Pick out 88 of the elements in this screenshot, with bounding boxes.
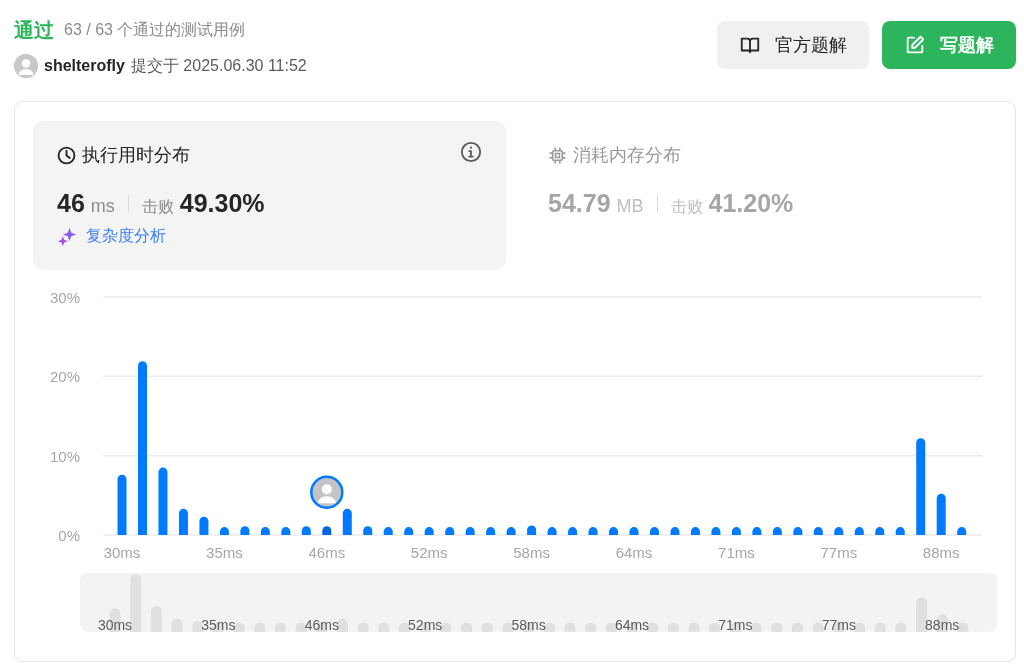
- bar[interactable]: [117, 474, 127, 535]
- submission-time: 提交于 2025.06.30 11:52: [130, 55, 307, 76]
- stat-title: 消耗内存分布: [573, 144, 681, 167]
- bar[interactable]: [568, 527, 578, 535]
- x-axis-label: 77ms: [820, 544, 858, 561]
- navigator-label: 58ms: [511, 617, 546, 632]
- stat-unit: ms: [90, 196, 115, 217]
- x-axis-label: 71ms: [718, 544, 755, 561]
- bar[interactable]: [834, 527, 844, 535]
- navigator-label: 64ms: [614, 617, 650, 632]
- x-axis-label: 46ms: [308, 544, 346, 561]
- bar[interactable]: [404, 527, 414, 535]
- bar[interactable]: [158, 467, 168, 535]
- bar[interactable]: [772, 527, 782, 535]
- navigator-label: 52ms: [408, 617, 443, 632]
- bar[interactable]: [875, 527, 885, 535]
- bar[interactable]: [445, 527, 455, 535]
- bar[interactable]: [650, 527, 659, 535]
- bar[interactable]: [813, 527, 823, 535]
- solution-button[interactable]: 官方题解: [717, 21, 869, 69]
- stat-unit: MB: [616, 196, 644, 217]
- bar[interactable]: [793, 527, 803, 535]
- test-cases-text: 63 / 63 个通过的测试用例: [64, 20, 246, 40]
- x-axis-label: 30ms: [103, 544, 141, 561]
- bar[interactable]: [957, 527, 967, 535]
- bar[interactable]: [916, 438, 926, 535]
- chip-icon: [548, 145, 567, 165]
- bar[interactable]: [588, 527, 598, 535]
- bar[interactable]: [219, 527, 229, 535]
- bar[interactable]: [465, 527, 475, 535]
- stat-title: 执行用时分布: [82, 144, 190, 167]
- navigator-label: 88ms: [925, 617, 960, 632]
- bar[interactable]: [629, 527, 639, 535]
- navigator-label: 30ms: [97, 617, 133, 632]
- beats-percentage: 41.20%: [708, 189, 794, 218]
- info-icon[interactable]: [460, 141, 482, 163]
- bar[interactable]: [547, 527, 557, 535]
- x-axis-label: 58ms: [513, 544, 550, 561]
- stat-value: 46: [57, 189, 85, 218]
- bar[interactable]: [178, 508, 188, 535]
- y-axis-label: 20%: [49, 368, 80, 386]
- beats-percentage: 49.30%: [179, 189, 265, 218]
- bar[interactable]: [854, 527, 864, 535]
- bar[interactable]: [670, 527, 680, 535]
- bar[interactable]: [609, 527, 618, 535]
- bar[interactable]: [260, 527, 270, 535]
- bar[interactable]: [342, 508, 352, 535]
- navigator-label: 46ms: [304, 617, 339, 632]
- x-axis-label: 35ms: [206, 544, 243, 561]
- avatar-icon: [14, 54, 38, 78]
- bar[interactable]: [752, 527, 762, 535]
- x-axis-label: 64ms: [615, 544, 653, 561]
- username[interactable]: shelterofly: [44, 57, 125, 75]
- bar[interactable]: [731, 527, 741, 535]
- y-axis-label: 30%: [49, 289, 80, 306]
- bar[interactable]: [322, 526, 332, 535]
- user-avatar-icon: [310, 475, 344, 509]
- bar[interactable]: [690, 527, 700, 535]
- bar[interactable]: [936, 493, 946, 535]
- bar[interactable]: [383, 527, 393, 535]
- navigator-label: 71ms: [718, 617, 753, 632]
- bar[interactable]: [199, 516, 209, 535]
- stat-value: 54.79: [548, 189, 611, 218]
- bar[interactable]: [363, 526, 373, 535]
- bar[interactable]: [424, 527, 434, 535]
- sparkle-icon: [57, 226, 77, 247]
- status-text: 通过: [14, 18, 54, 43]
- y-axis-label: 10%: [49, 447, 80, 465]
- complexity-analysis-link[interactable]: 复杂度分析: [57, 226, 166, 247]
- navigator-label: 77ms: [821, 617, 856, 632]
- bar[interactable]: [506, 527, 516, 535]
- beats-label: 击败: [670, 197, 703, 217]
- clock-icon: [57, 145, 76, 165]
- x-axis-label: 52ms: [410, 544, 448, 561]
- beats-label: 击败: [141, 197, 174, 217]
- stat-tab[interactable]: 执行用时分布 46 ms 击败 49.30% 复杂度分析: [33, 121, 506, 270]
- range-navigator[interactable]: 30ms 35ms 46ms 52ms 58ms 64ms 71ms 77ms 88ms: [80, 573, 997, 632]
- x-axis-label: 88ms: [922, 544, 960, 561]
- edit-icon: [904, 34, 926, 56]
- bar[interactable]: [711, 527, 721, 535]
- bar[interactable]: [527, 525, 537, 535]
- bar[interactable]: [301, 526, 311, 535]
- bar[interactable]: [281, 527, 291, 535]
- navigator-label: 35ms: [201, 617, 236, 632]
- bar[interactable]: [486, 527, 496, 535]
- y-axis-label: 0%: [58, 527, 80, 544]
- bar[interactable]: [895, 527, 905, 535]
- bar[interactable]: [240, 526, 250, 535]
